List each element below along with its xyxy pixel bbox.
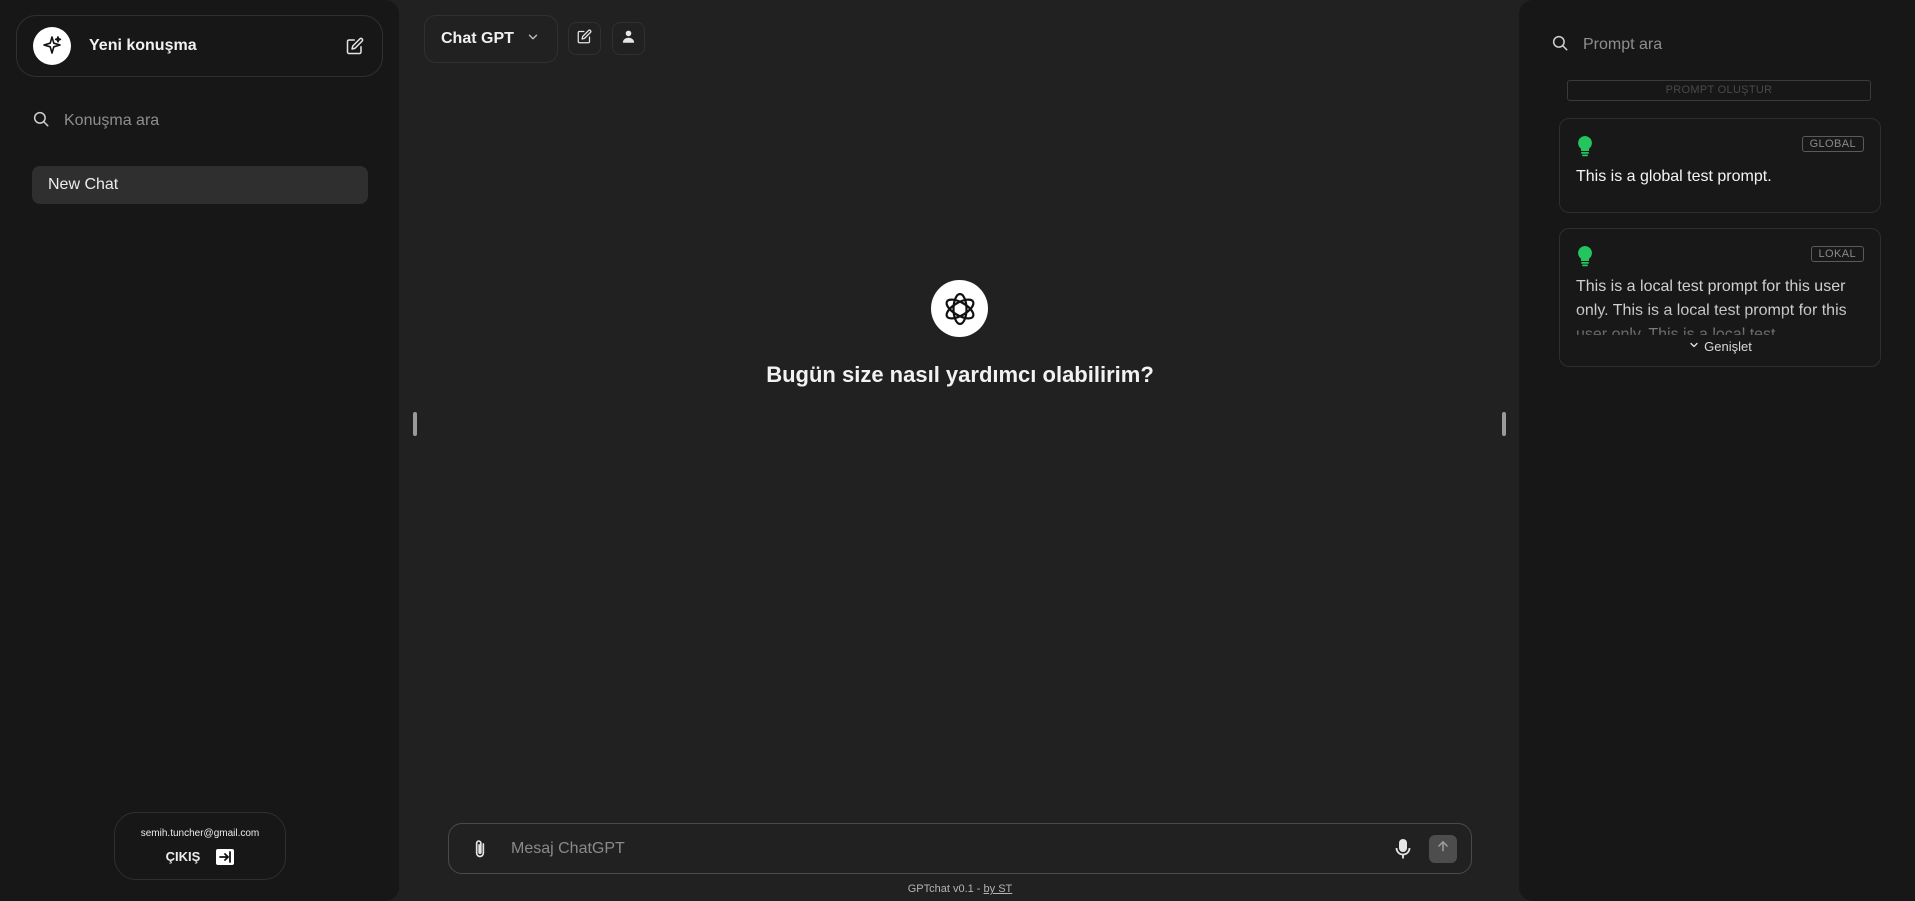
edit-icon[interactable] [344, 35, 366, 57]
new-conversation-button[interactable]: Yeni konuşma [16, 15, 383, 77]
left-sidebar: Yeni konuşma New Chat semih.tuncher@gmai… [0, 0, 399, 901]
footer-version: GPTchat v0.1 - [907, 883, 984, 895]
prompt-scope-badge: LOKAL [1810, 246, 1864, 262]
prompt-card[interactable]: GLOBAL This is a global test prompt. [1559, 118, 1881, 213]
logout-icon [216, 848, 235, 865]
greeting-title: Bugün size nasıl yardımcı olabilirim? [766, 362, 1154, 387]
model-name: Chat GPT [441, 30, 514, 47]
message-input[interactable] [509, 838, 1391, 859]
openai-logo-icon [931, 280, 988, 337]
right-sidebar: PROMPT OLUŞTUR GLOBAL This is a global t… [1519, 0, 1915, 901]
right-resize-handle[interactable] [1502, 412, 1506, 436]
prompt-text: This is a global test prompt. [1576, 168, 1772, 185]
chat-list-item[interactable]: New Chat [32, 166, 368, 204]
arrow-up-icon [1436, 839, 1450, 858]
prompt-card[interactable]: LOKAL This is a local test prompt for th… [1559, 228, 1881, 367]
sparkle-icon [33, 27, 71, 65]
chevron-down-icon [526, 30, 540, 49]
model-selector[interactable]: Chat GPT [424, 15, 558, 63]
footer-author-link[interactable]: by ST [984, 883, 1013, 895]
expand-label: Genişlet [1704, 339, 1752, 354]
footer: GPTchat v0.1 - by ST [800, 883, 1120, 895]
user-panel: semih.tuncher@gmail.com ÇIKIŞ [114, 812, 286, 880]
search-icon [32, 110, 50, 133]
paperclip-icon[interactable] [465, 834, 495, 864]
conversation-search [32, 108, 372, 134]
expand-button[interactable]: Genişlet [1560, 339, 1880, 354]
user-profile-button[interactable] [612, 22, 645, 55]
logout-button[interactable]: ÇIKIŞ [165, 848, 235, 865]
search-icon [1551, 34, 1569, 57]
new-chat-button[interactable] [568, 22, 601, 55]
user-email: semih.tuncher@gmail.com [140, 827, 260, 839]
create-prompt-button[interactable]: PROMPT OLUŞTUR [1567, 80, 1871, 101]
user-icon [621, 29, 636, 49]
left-resize-handle[interactable] [413, 412, 417, 436]
conversation-search-input[interactable] [62, 111, 342, 131]
message-composer [448, 823, 1472, 874]
microphone-icon[interactable] [1391, 834, 1415, 864]
logout-label: ÇIKIŞ [165, 849, 201, 864]
new-conversation-label: Yeni konuşma [89, 37, 197, 54]
lightbulb-icon [1576, 245, 1594, 272]
prompt-scope-badge: GLOBAL [1801, 136, 1864, 152]
prompt-search-input[interactable] [1581, 35, 1861, 55]
chevron-down-icon [1688, 339, 1700, 354]
send-button[interactable] [1429, 834, 1457, 863]
lightbulb-icon [1576, 135, 1594, 162]
prompt-search [1551, 32, 1881, 58]
edit-icon [577, 29, 592, 49]
